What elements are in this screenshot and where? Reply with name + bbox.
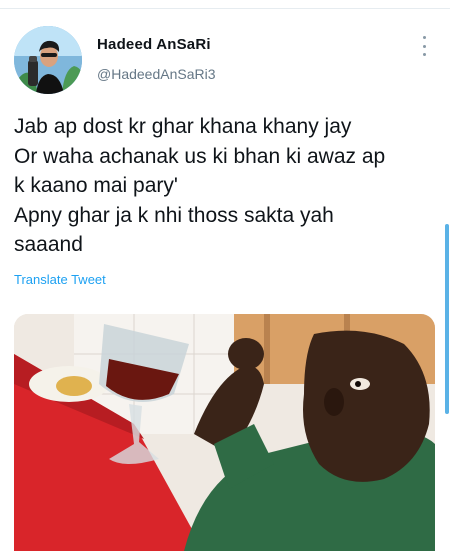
tweet-text: Jab ap dost kr ghar khana khany jay Or w…: [14, 112, 439, 260]
more-vertical-icon[interactable]: [416, 36, 432, 56]
avatar[interactable]: [14, 26, 82, 94]
author-display-name[interactable]: Hadeed AnSaRi: [97, 36, 211, 53]
translate-tweet-link[interactable]: Translate Tweet: [14, 272, 106, 287]
tweet-text-line: saaand: [14, 233, 83, 256]
meme-photo: [14, 314, 435, 551]
tweet-text-line: Or waha achanak us ki bhan ki awaz ap: [14, 144, 386, 168]
tweet-text-line: Jab ap dost kr ghar khana khany jay: [14, 115, 352, 138]
top-divider: [0, 8, 450, 9]
tweet-media-image[interactable]: [14, 314, 435, 551]
tweet-text-line: Apny ghar ja k nhi thoss sakta yah: [14, 203, 334, 227]
avatar-photo: [14, 26, 82, 94]
tweet-text-line: k kaano mai pary': [14, 174, 178, 197]
author-handle[interactable]: @HadeedAnSaRi3: [97, 66, 216, 82]
scrollbar-thumb[interactable]: [445, 224, 449, 414]
